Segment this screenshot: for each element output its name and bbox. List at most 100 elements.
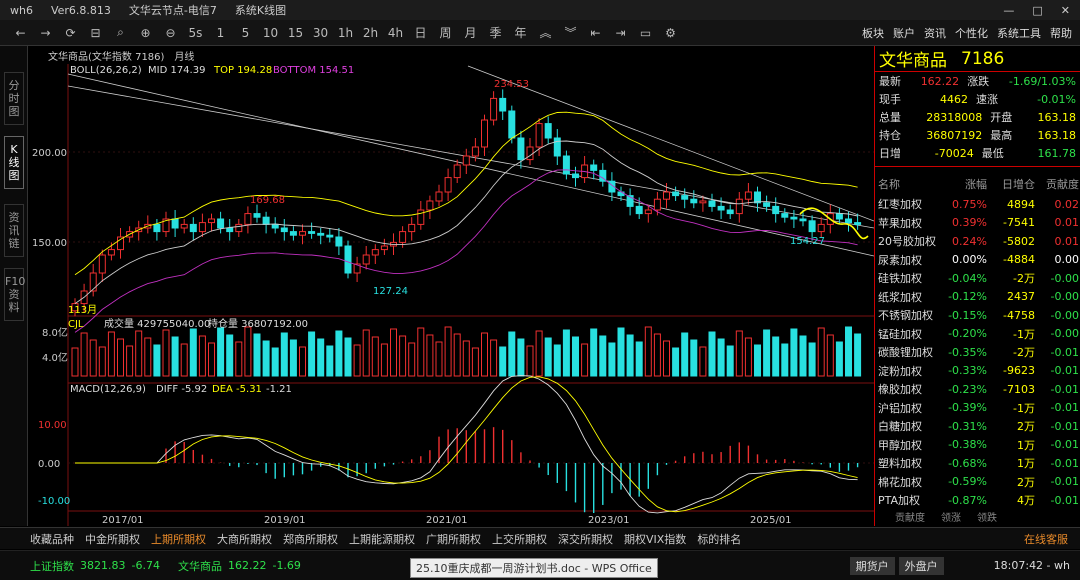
btab-sse[interactable]: 上交所期权	[492, 531, 547, 547]
search-icon[interactable]: ⌕	[108, 25, 133, 40]
zoom-out-icon[interactable]: ⊖	[158, 26, 183, 40]
online-service-button[interactable]: 在线客服	[1024, 531, 1080, 547]
chart-header[interactable]: 文华商品(文华指数 7186) 月线	[48, 48, 194, 63]
title-bar: wh6 Ver6.8.813 文华云节点-电信7 系统K线图 — □ ✕	[0, 0, 1080, 20]
period-month[interactable]: 月	[458, 24, 483, 41]
btab-favorites[interactable]: 收藏品种	[30, 531, 74, 547]
settings-icon[interactable]: ⚙	[658, 26, 683, 40]
candle	[508, 110, 516, 139]
tab-f10[interactable]: F10资料	[4, 268, 25, 321]
list-item[interactable]: 塑料加权 -0.68% 1万 -0.01	[875, 454, 1080, 473]
period-4h[interactable]: 4h	[383, 26, 408, 40]
col-name[interactable]: 名称	[875, 176, 941, 192]
list-item[interactable]: 20号胶加权 0.24% -5802 0.01	[875, 232, 1080, 251]
list-item[interactable]: 锰硅加权 -0.20% -1万 -0.00	[875, 325, 1080, 344]
zoom-in-icon[interactable]: ⊕	[133, 26, 158, 40]
period-week[interactable]: 周	[433, 24, 458, 41]
period-15m[interactable]: 15	[283, 26, 308, 40]
period-quarter[interactable]: 季	[483, 24, 508, 41]
period-1m[interactable]: 1	[208, 26, 233, 40]
expand-up-icon[interactable]: ︽	[533, 24, 558, 41]
col-contrib[interactable]: 贡献度	[1035, 176, 1079, 192]
btab-dce[interactable]: 大商所期权	[217, 531, 272, 547]
list-item[interactable]: 橡胶加权 -0.23% -7103 -0.01	[875, 380, 1080, 399]
list-item[interactable]: 尿素加权 0.00% -4884 0.00	[875, 251, 1080, 270]
tab-losers[interactable]: 领跌	[977, 509, 997, 525]
minimize-button[interactable]: —	[1003, 4, 1014, 17]
close-button[interactable]: ✕	[1061, 4, 1070, 17]
tab-news-chain[interactable]: 资讯链	[4, 204, 24, 257]
btab-cffex[interactable]: 中金所期权	[85, 531, 140, 547]
period-5m[interactable]: 5	[233, 26, 258, 40]
list-item[interactable]: 纸浆加权 -0.12% 2437 -0.00	[875, 288, 1080, 307]
q-label-dayinc: 日增	[879, 147, 901, 160]
period-day[interactable]: 日	[408, 24, 433, 41]
forward-icon[interactable]: →	[33, 26, 58, 40]
btab-shfe[interactable]: 上期所期权	[151, 531, 206, 547]
chart-area[interactable]: 文华商品(文华指数 7186) 月线 BOLL(26,26,2) MID 174.…	[28, 46, 875, 526]
expand-down-icon[interactable]: ︾	[558, 24, 583, 41]
volume-bar	[98, 346, 106, 377]
candle	[708, 200, 716, 207]
list-item[interactable]: 棉花加权 -0.59% 2万 -0.01	[875, 473, 1080, 492]
foreign-account-button[interactable]: 外盘户	[898, 556, 944, 575]
volume-bar	[362, 329, 370, 377]
col-oi-inc[interactable]: 日增仓	[987, 176, 1035, 192]
period-2h[interactable]: 2h	[358, 26, 383, 40]
btab-szse[interactable]: 深交所期权	[558, 531, 613, 547]
btab-czce[interactable]: 郑商所期权	[283, 531, 338, 547]
btab-ine[interactable]: 上期能源期权	[349, 531, 415, 547]
tab-timeshare[interactable]: 分时图	[4, 72, 24, 125]
menu-system-tools[interactable]: 系统工具	[997, 25, 1041, 41]
volume-bar	[408, 342, 416, 377]
tab-kline[interactable]: K线图	[4, 136, 24, 189]
futures-account-button[interactable]: 期货户	[849, 556, 895, 575]
item-change: -0.35%	[948, 345, 987, 359]
volume-bar	[562, 329, 570, 377]
period-1h[interactable]: 1h	[333, 26, 358, 40]
volume-bar	[772, 336, 780, 377]
refresh-icon[interactable]: ⟳	[58, 26, 83, 40]
list-item[interactable]: PTA加权 -0.87% 4万 -0.01	[875, 491, 1080, 510]
list-item[interactable]: 白糖加权 -0.31% 2万 -0.01	[875, 417, 1080, 436]
btab-vix[interactable]: 期权VIX指数	[624, 531, 686, 547]
period-30m[interactable]: 30	[308, 26, 333, 40]
candle	[572, 173, 579, 179]
list-item[interactable]: 沪铝加权 -0.39% -1万 -0.01	[875, 399, 1080, 418]
period-10m[interactable]: 10	[258, 26, 283, 40]
menu-account[interactable]: 账户	[893, 25, 915, 41]
back-icon[interactable]: ←	[8, 26, 33, 40]
macd-tick-0: 0.00	[38, 459, 60, 470]
period-5s[interactable]: 5s	[183, 26, 208, 40]
menu-help[interactable]: 帮助	[1050, 25, 1072, 41]
list-item[interactable]: 不锈钢加权 -0.15% -4758 -0.00	[875, 306, 1080, 325]
taskbar-tooltip: 25.10重庆成都一周游计划书.doc - WPS Office	[410, 558, 658, 578]
period-year[interactable]: 年	[508, 24, 533, 41]
menu-sector[interactable]: 板块	[862, 25, 884, 41]
scroll-right-icon[interactable]: ⇥	[608, 26, 633, 40]
candle	[262, 216, 270, 225]
kline-chart[interactable]: BOLL(26,26,2) MID 174.39 TOP 194.28 BOTTOM …	[28, 46, 875, 526]
btab-ranking[interactable]: 标的排名	[697, 531, 741, 547]
app-name: wh6	[10, 3, 33, 17]
boll-top-line	[74, 111, 858, 276]
btab-gfex[interactable]: 广期所期权	[426, 531, 481, 547]
list-item[interactable]: 苹果加权 0.39% -7541 0.01	[875, 214, 1080, 233]
list-item[interactable]: 甲醇加权 -0.38% 1万 -0.01	[875, 436, 1080, 455]
boll-top: TOP 194.28	[213, 65, 272, 76]
menu-news[interactable]: 资讯	[924, 25, 946, 41]
window-icon[interactable]: ▭	[633, 26, 658, 40]
menu-personalize[interactable]: 个性化	[955, 25, 988, 41]
volume-bar	[808, 342, 816, 377]
list-item[interactable]: 红枣加权 0.75% 4894 0.02	[875, 195, 1080, 214]
list-item[interactable]: 碳酸锂加权 -0.35% -2万 -0.01	[875, 343, 1080, 362]
list-item[interactable]: 硅铁加权 -0.04% -2万 -0.00	[875, 269, 1080, 288]
list-item[interactable]: 淀粉加权 -0.33% -9623 -0.01	[875, 362, 1080, 381]
col-change[interactable]: 涨幅	[941, 176, 987, 192]
server-node[interactable]: 文华云节点-电信7	[129, 2, 217, 18]
tab-gainers[interactable]: 领涨	[941, 509, 961, 525]
layout-icon[interactable]: ⊟	[83, 26, 108, 40]
maximize-button[interactable]: □	[1032, 4, 1042, 17]
tab-contrib[interactable]: 贡献度	[895, 509, 925, 525]
scroll-left-icon[interactable]: ⇤	[583, 26, 608, 40]
